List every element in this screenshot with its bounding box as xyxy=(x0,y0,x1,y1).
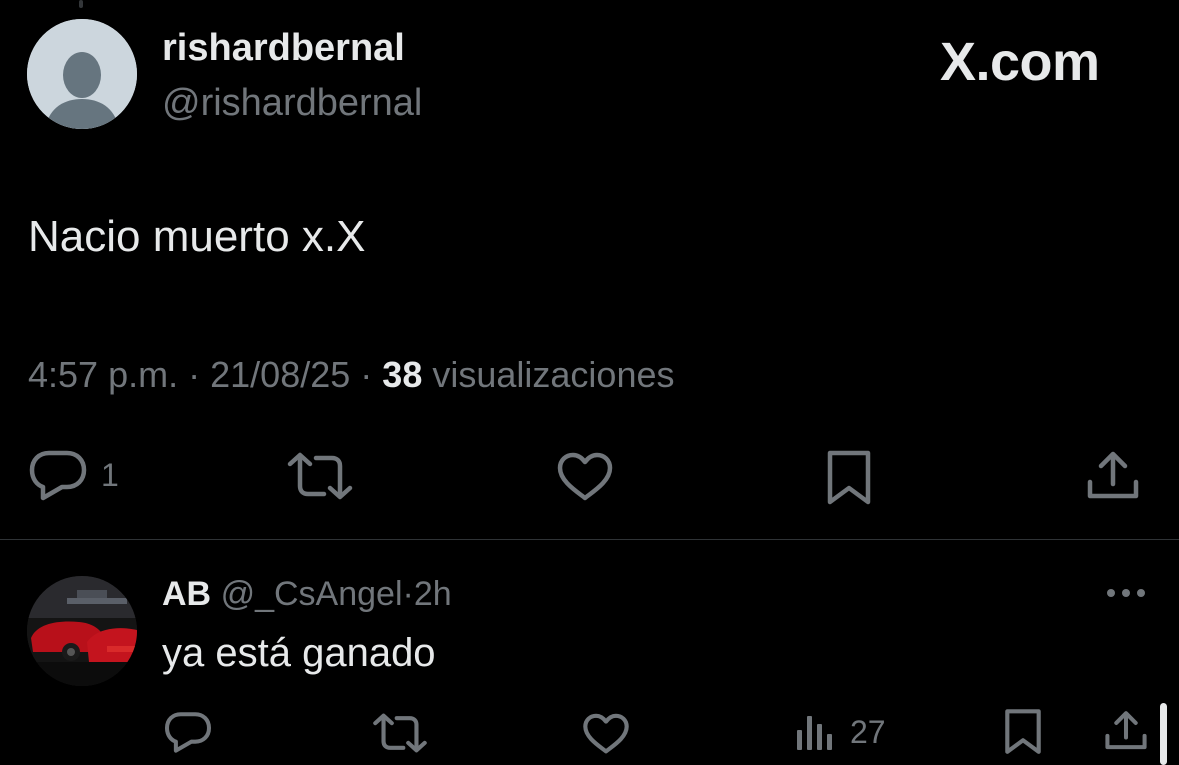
reply-views-button[interactable]: 27 xyxy=(794,712,886,752)
analytics-icon xyxy=(797,716,832,750)
reply-views-count: 27 xyxy=(850,714,886,750)
author-name[interactable]: rishardbernal xyxy=(162,28,405,68)
car-photo-avatar xyxy=(27,576,137,686)
heart-icon xyxy=(557,452,613,501)
tweet-date[interactable]: 21/08/25 xyxy=(210,354,350,395)
share-icon xyxy=(1105,711,1147,750)
reply-share-button[interactable] xyxy=(1104,710,1148,752)
tweet-text: Nacio muerto x.X xyxy=(28,212,366,261)
bookmark-icon xyxy=(1005,709,1041,754)
reply-icon xyxy=(164,712,212,753)
meta-separator: · xyxy=(188,354,201,395)
brand-logo: X.com xyxy=(940,32,1100,92)
scrollbar[interactable] xyxy=(1160,703,1167,765)
reply-bookmark-button[interactable] xyxy=(1004,708,1042,756)
tweet-meta: 4:57 p.m. · 21/08/25 · 38 visualizacione… xyxy=(28,355,674,395)
reply-retweet-button[interactable] xyxy=(372,713,428,753)
reply-separator: · xyxy=(402,575,414,613)
bookmark-button[interactable] xyxy=(826,449,872,507)
reply-count: 1 xyxy=(101,457,119,493)
author-handle[interactable]: @rishardbernal xyxy=(162,83,422,123)
retweet-icon xyxy=(373,713,427,753)
author-avatar[interactable] xyxy=(27,19,137,129)
tweet-time[interactable]: 4:57 p.m. xyxy=(28,354,178,395)
divider xyxy=(0,539,1179,540)
retweet-icon xyxy=(287,452,353,500)
reply-author-handle[interactable]: @_CsAngel xyxy=(221,575,403,613)
heart-icon xyxy=(583,713,629,754)
views-label: visualizaciones xyxy=(432,354,675,395)
reply-reply-button[interactable] xyxy=(164,711,212,753)
reply-author-avatar[interactable] xyxy=(27,576,137,686)
reply-like-button[interactable] xyxy=(582,713,630,755)
reply-time[interactable]: 2h xyxy=(414,575,452,613)
thread-connector xyxy=(79,0,83,8)
reply-text: ya está ganado xyxy=(162,631,436,675)
meta-separator: · xyxy=(360,354,373,395)
like-button[interactable] xyxy=(556,452,614,502)
bookmark-icon xyxy=(827,450,871,505)
reply-icon xyxy=(29,450,87,501)
more-icon xyxy=(1107,589,1145,597)
reply-header: AB @_CsAngel·2h xyxy=(162,574,452,614)
reply-author-name[interactable]: AB xyxy=(162,575,211,613)
default-avatar-icon xyxy=(27,19,137,129)
views-count: 38 xyxy=(382,354,423,395)
share-icon xyxy=(1087,451,1139,499)
retweet-button[interactable] xyxy=(286,452,354,500)
more-options-button[interactable] xyxy=(1104,580,1148,606)
reply-button[interactable]: 1 xyxy=(29,449,119,501)
share-button[interactable] xyxy=(1086,450,1140,502)
